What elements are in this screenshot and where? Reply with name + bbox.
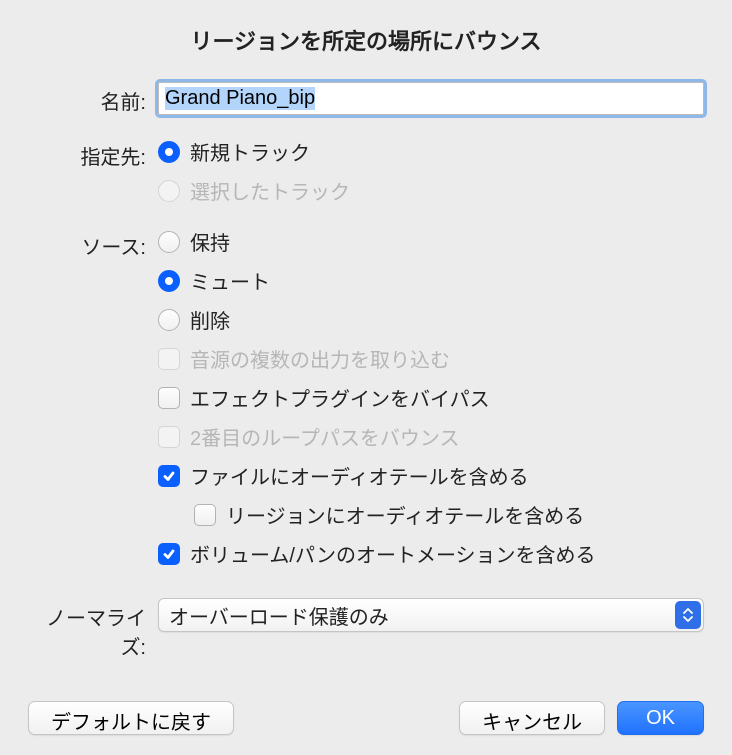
source-radio-0[interactable]: 保持: [158, 227, 704, 256]
checkbox-icon: [194, 504, 216, 526]
source-check-2: 2番目のループパスをバウンス: [158, 422, 704, 451]
checkbox-icon: [158, 465, 180, 487]
source-radio-1[interactable]: ミュート: [158, 266, 704, 295]
option-label: ファイルにオーディオテールを含める: [190, 461, 529, 490]
destination-label: 指定先:: [28, 137, 158, 170]
name-input[interactable]: [158, 82, 704, 115]
option-label: 2番目のループパスをバウンス: [190, 422, 460, 451]
source-check-1[interactable]: エフェクトプラグインをバイパス: [158, 383, 704, 412]
option-label: 選択したトラック: [190, 176, 350, 205]
normalize-select[interactable]: オーバーロード保護のみ: [158, 598, 704, 632]
source-label: ソース:: [28, 227, 158, 260]
ok-button[interactable]: OK: [617, 701, 704, 735]
option-label: ミュート: [190, 266, 270, 295]
cancel-button[interactable]: キャンセル: [459, 701, 605, 735]
source-check-4[interactable]: リージョンにオーディオテールを含める: [194, 500, 704, 529]
destination-option-0[interactable]: 新規トラック: [158, 137, 704, 166]
source-check-0: 音源の複数の出力を取り込む: [158, 344, 704, 373]
destination-option-1: 選択したトラック: [158, 176, 704, 205]
popup-arrows-icon: [675, 601, 701, 629]
option-label: リージョンにオーディオテールを含める: [226, 500, 584, 529]
option-label: 削除: [190, 305, 230, 334]
source-check-5[interactable]: ボリューム/パンのオートメーションを含める: [158, 539, 704, 568]
radio-icon: [158, 231, 180, 253]
source-radio-2[interactable]: 削除: [158, 305, 704, 334]
option-label: ボリューム/パンのオートメーションを含める: [190, 539, 596, 568]
checkbox-icon: [158, 543, 180, 565]
source-check-3[interactable]: ファイルにオーディオテールを含める: [158, 461, 704, 490]
radio-icon: [158, 309, 180, 331]
checkbox-icon: [158, 387, 180, 409]
option-label: 音源の複数の出力を取り込む: [190, 344, 450, 373]
reset-defaults-button[interactable]: デフォルトに戻す: [28, 701, 234, 735]
option-label: エフェクトプラグインをバイパス: [190, 383, 490, 412]
normalize-label: ノーマライズ:: [28, 598, 158, 660]
normalize-value: オーバーロード保護のみ: [169, 601, 389, 630]
dialog-title: リージョンを所定の場所にバウンス: [28, 24, 704, 56]
checkbox-icon: [158, 426, 180, 448]
option-label: 新規トラック: [190, 137, 310, 166]
checkbox-icon: [158, 348, 180, 370]
radio-icon: [158, 270, 180, 292]
radio-icon: [158, 141, 180, 163]
radio-icon: [158, 180, 180, 202]
name-label: 名前:: [28, 82, 158, 115]
option-label: 保持: [190, 227, 230, 256]
